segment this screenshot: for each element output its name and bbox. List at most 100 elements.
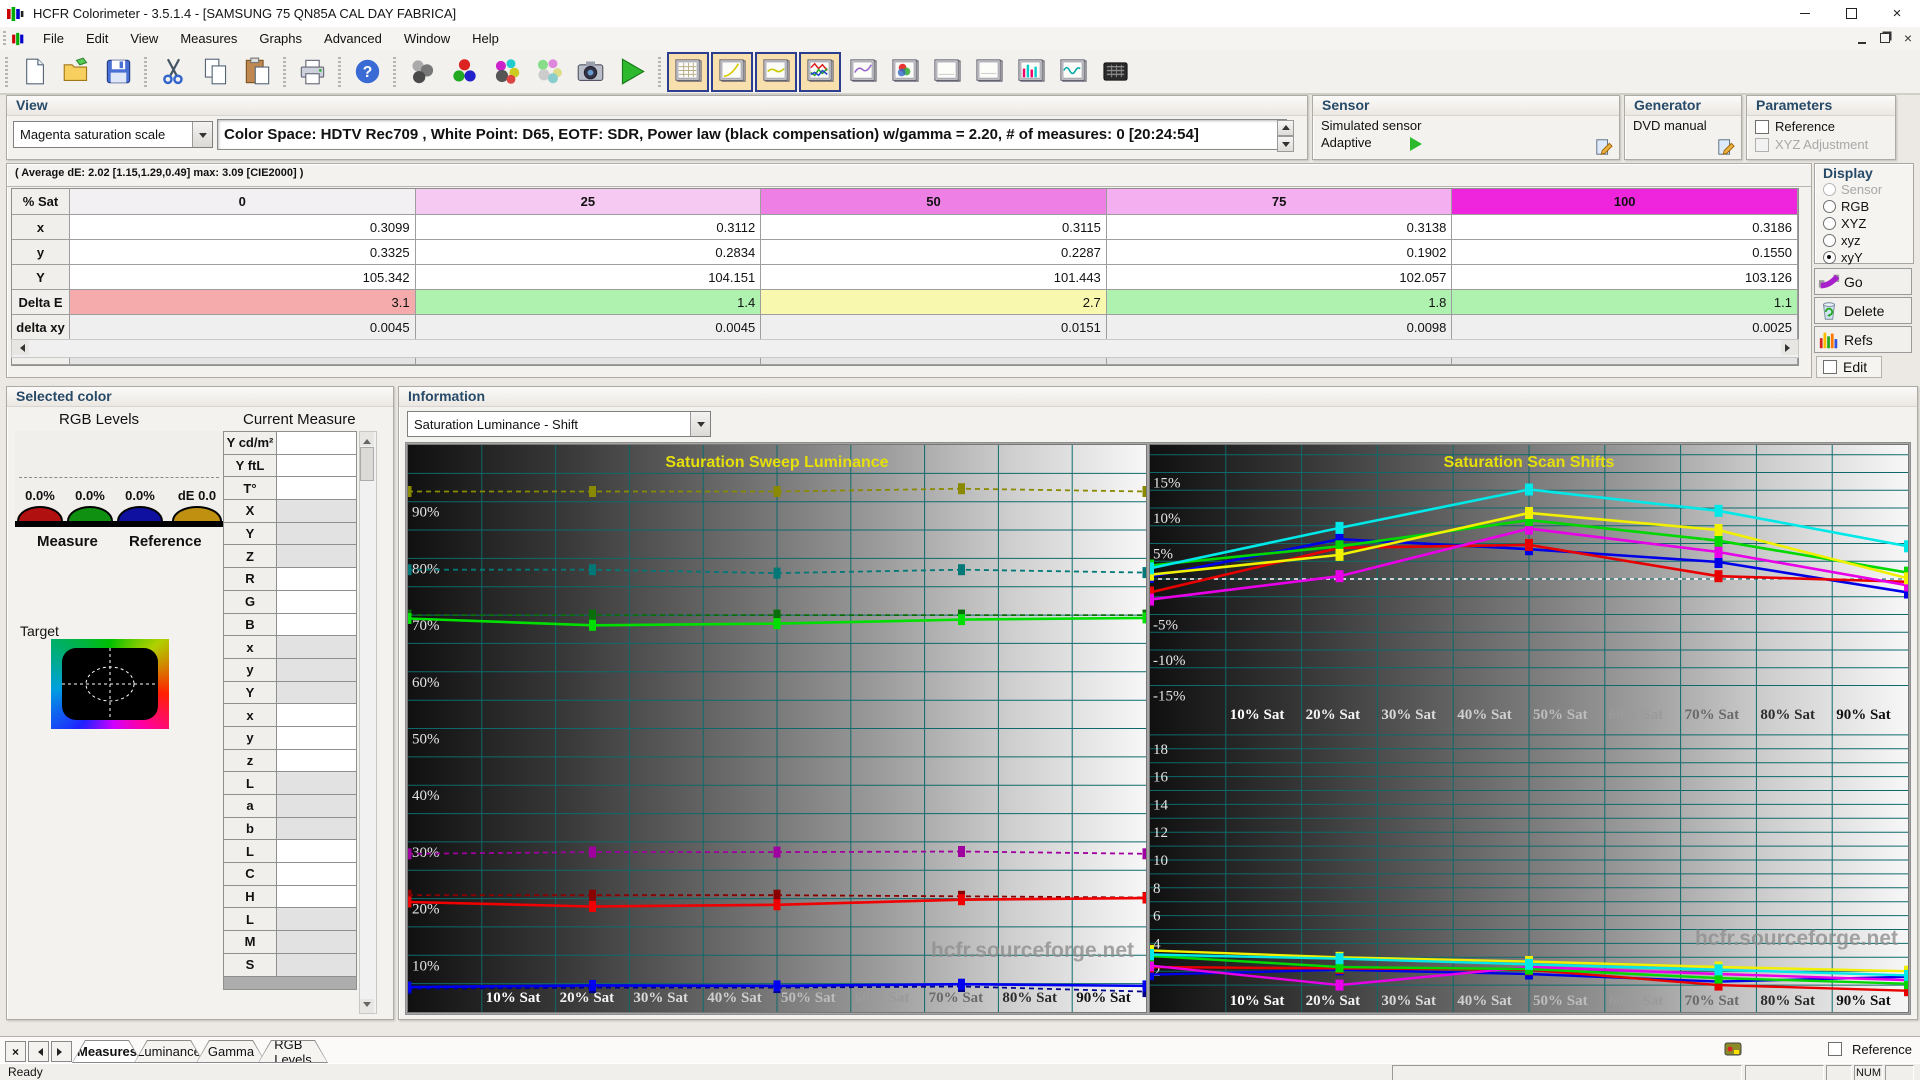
table-cell[interactable]: 3.1 bbox=[70, 290, 416, 315]
table-cell[interactable]: 2.7 bbox=[761, 290, 1107, 315]
measure-row-value[interactable] bbox=[277, 795, 357, 818]
table-cell[interactable]: 0.3099 bbox=[70, 215, 416, 240]
scroll-right-button[interactable] bbox=[1781, 340, 1798, 355]
view-luminance-button[interactable] bbox=[711, 51, 753, 92]
snapshot-button[interactable] bbox=[570, 53, 610, 91]
mdi-minimize-button[interactable] bbox=[1857, 41, 1866, 44]
saturation-column-header[interactable]: 25 bbox=[415, 189, 762, 215]
table-cell[interactable]: 1.1 bbox=[1452, 290, 1798, 315]
table-cell[interactable]: 0.2834 bbox=[415, 240, 762, 265]
tab-rgb-levels[interactable]: RGB Levels bbox=[258, 1040, 328, 1063]
measure-row-value[interactable] bbox=[277, 704, 357, 727]
measure-row-value[interactable] bbox=[277, 908, 357, 932]
table-cell[interactable]: 104.151 bbox=[415, 265, 762, 290]
display-option-xyz[interactable]: xyz bbox=[1815, 233, 1913, 250]
delete-button[interactable]: Delete bbox=[1814, 297, 1912, 324]
measure-row-value[interactable] bbox=[277, 500, 357, 523]
scrollbar-thumb[interactable] bbox=[360, 447, 374, 481]
scroll-down-button[interactable] bbox=[360, 999, 374, 1013]
print-button[interactable] bbox=[292, 53, 332, 91]
spin-down-button[interactable] bbox=[1277, 136, 1294, 152]
measure-row-value[interactable] bbox=[277, 840, 357, 864]
save-file-button[interactable] bbox=[98, 53, 138, 91]
measure-row-value[interactable] bbox=[277, 817, 357, 841]
menu-graphs[interactable]: Graphs bbox=[248, 28, 313, 49]
table-cell[interactable]: 101.443 bbox=[761, 265, 1107, 290]
saturation-column-header[interactable]: 100 bbox=[1452, 189, 1798, 215]
menu-measures[interactable]: Measures bbox=[169, 28, 248, 49]
menu-window[interactable]: Window bbox=[393, 28, 461, 49]
view-keypad-button[interactable] bbox=[1095, 53, 1135, 91]
tab-measures[interactable]: Measures bbox=[72, 1040, 142, 1063]
measure-row-value[interactable] bbox=[277, 931, 357, 954]
view-color-temp-button[interactable] bbox=[843, 53, 883, 91]
table-cell[interactable]: 0.0045 bbox=[415, 315, 762, 340]
view-wave-button[interactable] bbox=[1053, 53, 1093, 91]
radio-icon[interactable] bbox=[1823, 234, 1836, 247]
scroll-up-button[interactable] bbox=[360, 432, 374, 446]
view-free-button[interactable] bbox=[969, 53, 1009, 91]
mdi-close-button[interactable]: × bbox=[1904, 31, 1912, 45]
minimize-button[interactable] bbox=[1782, 0, 1828, 26]
cut-button[interactable] bbox=[153, 53, 193, 91]
table-cell[interactable]: 105.342 bbox=[70, 265, 416, 290]
sensor-config-button[interactable] bbox=[402, 53, 442, 91]
table-cell[interactable]: 0.0045 bbox=[70, 315, 416, 340]
go-button[interactable]: Go bbox=[1814, 268, 1912, 295]
measure-row-value[interactable] bbox=[277, 658, 357, 682]
mdi-restore-button[interactable] bbox=[1879, 33, 1890, 43]
measure-row-value[interactable] bbox=[277, 522, 357, 546]
grayscale-measures-button[interactable] bbox=[528, 53, 568, 91]
sensor-run-icon[interactable] bbox=[1409, 136, 1429, 151]
view-measures-table-button[interactable] bbox=[667, 51, 709, 92]
saturation-column-header[interactable]: 75 bbox=[1106, 189, 1453, 215]
menu-edit[interactable]: Edit bbox=[75, 28, 119, 49]
menu-file[interactable]: File bbox=[32, 28, 75, 49]
free-measures-button[interactable] bbox=[444, 53, 484, 91]
measure-row-value[interactable] bbox=[277, 568, 357, 591]
close-button[interactable]: × bbox=[1874, 0, 1920, 26]
reference-checkbox[interactable] bbox=[1755, 119, 1769, 134]
table-cell[interactable]: 0.3112 bbox=[415, 215, 762, 240]
reference-checkbox-row[interactable]: Reference bbox=[1747, 116, 1895, 134]
paste-button[interactable] bbox=[237, 53, 277, 91]
table-cell[interactable]: 0.0025 bbox=[1452, 315, 1798, 340]
menu-view[interactable]: View bbox=[119, 28, 169, 49]
measure-row-value[interactable] bbox=[277, 885, 357, 909]
sensor-config-button[interactable] bbox=[1594, 138, 1614, 156]
table-cell[interactable]: 0.1550 bbox=[1452, 240, 1798, 265]
close-view-button[interactable]: × bbox=[5, 1041, 26, 1062]
display-option-rgb[interactable]: RGB bbox=[1815, 199, 1913, 216]
run-measures-button[interactable] bbox=[612, 53, 652, 91]
next-tab-button[interactable] bbox=[51, 1041, 72, 1062]
radio-icon[interactable] bbox=[1823, 251, 1836, 264]
measure-row-value[interactable] bbox=[277, 636, 357, 659]
table-cell[interactable]: 0.3186 bbox=[1452, 215, 1798, 240]
radio-icon[interactable] bbox=[1823, 217, 1836, 230]
measure-row-value[interactable] bbox=[277, 681, 357, 705]
view-cie-button[interactable] bbox=[885, 53, 925, 91]
display-option-xyy[interactable]: xyY bbox=[1815, 250, 1913, 267]
view-rgb-levels-button[interactable] bbox=[799, 51, 841, 92]
generator-config-button[interactable] bbox=[1716, 138, 1736, 156]
edit-checkbox-row[interactable]: Edit bbox=[1816, 356, 1883, 378]
view-gamma-button[interactable] bbox=[755, 51, 797, 92]
spin-up-button[interactable] bbox=[1277, 120, 1294, 136]
chevron-down-icon[interactable] bbox=[192, 122, 212, 147]
refs-button[interactable]: Refs bbox=[1814, 326, 1912, 353]
reference-checkbox[interactable] bbox=[1828, 1042, 1843, 1056]
saturation-column-header[interactable]: 50 bbox=[761, 189, 1107, 215]
table-cell[interactable]: 0.3325 bbox=[70, 240, 416, 265]
saturation-column-header[interactable]: 0 bbox=[70, 189, 416, 215]
measure-row-value[interactable] bbox=[277, 432, 357, 455]
table-cell[interactable]: 0.0151 bbox=[761, 315, 1107, 340]
table-cell[interactable]: 0.2287 bbox=[761, 240, 1107, 265]
table-cell[interactable]: 1.8 bbox=[1106, 290, 1453, 315]
menu-help[interactable]: Help bbox=[461, 28, 510, 49]
measure-row-value[interactable] bbox=[277, 953, 357, 977]
maximize-button[interactable] bbox=[1828, 0, 1874, 26]
table-cell[interactable]: 0.3138 bbox=[1106, 215, 1453, 240]
measure-row-value[interactable] bbox=[277, 477, 357, 501]
measure-row-value[interactable] bbox=[277, 726, 357, 750]
tab-luminance[interactable]: Luminance bbox=[134, 1040, 204, 1063]
